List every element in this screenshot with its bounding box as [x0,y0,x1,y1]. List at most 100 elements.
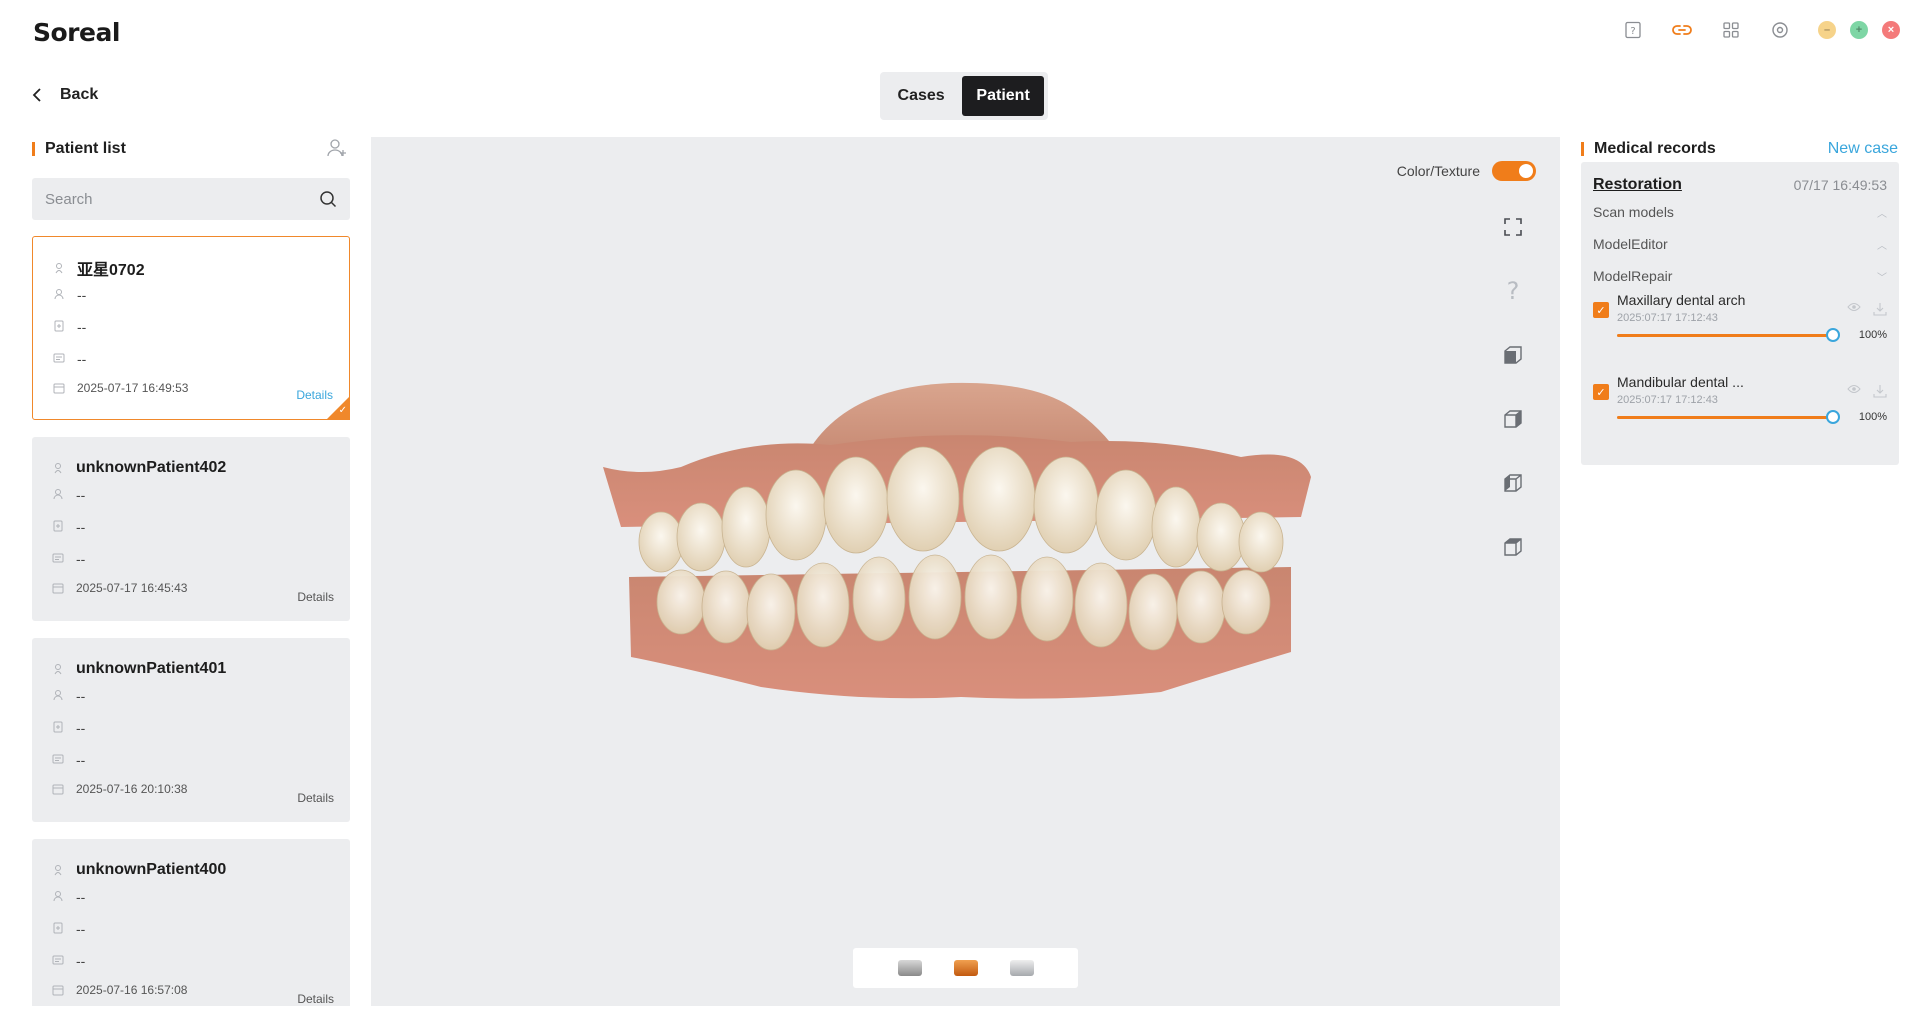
apps-grid-icon[interactable] [1721,20,1741,40]
add-patient-icon[interactable] [326,138,348,163]
patient-datetime: 2025-07-16 20:10:38 [76,782,188,796]
color-texture-toggle[interactable] [1492,161,1536,181]
arch-checkbox[interactable]: ✓ [1593,302,1609,318]
section-model-repair[interactable]: ModelRepair ﹀ [1593,260,1887,292]
id-card-icon [52,921,76,937]
search-icon[interactable] [319,190,337,208]
arch-date: 2025:07:17 17:12:43 [1617,312,1718,324]
patient-name: 亚星0702 [77,262,145,279]
mode-gray-icon[interactable] [1009,960,1034,976]
record-time: 07/17 16:49:53 [1793,177,1887,193]
right-view-icon[interactable] [1501,471,1525,495]
view-toolbar: ? [1501,215,1525,599]
record-type[interactable]: Restoration [1593,176,1682,194]
tab-patient[interactable]: Patient [962,76,1044,116]
user-icon [54,664,62,675]
calendar-icon [52,985,64,996]
contact-card-icon [52,551,76,567]
patient-field: -- [76,519,86,535]
mode-texture-icon[interactable] [953,960,978,976]
opacity-value: 100% [1858,329,1887,341]
settings-gear-icon[interactable] [1770,20,1790,40]
slider-knob[interactable] [1826,328,1840,342]
section-scan-models[interactable]: Scan models ︿ [1593,196,1887,228]
patient-card[interactable]: unknownPatient400 -- -- -- 2025-07-16 16:57:… [32,839,350,1006]
help-book-icon[interactable]: ? [1623,20,1643,40]
link-icon[interactable] [1672,20,1692,40]
patient-list-title: Patient list [32,140,126,158]
section-model-editor[interactable]: ModelEditor ︿ [1593,228,1887,260]
close-button[interactable]: × [1882,21,1900,39]
user-icon [54,865,62,876]
contact-card-icon [53,351,77,367]
opacity-slider[interactable] [1617,410,1840,424]
details-link[interactable]: Details [297,791,334,805]
3d-viewer[interactable]: Color/Texture ? [371,137,1560,1006]
chevron-up-icon: ︿ [1877,208,1887,220]
eye-icon[interactable] [1847,384,1861,394]
title-accent-bar [1581,142,1584,156]
back-button[interactable]: Back [32,86,98,104]
patient-card[interactable]: unknownPatient401 -- -- -- 2025-07-16 20:10:… [32,638,350,822]
tab-cases[interactable]: Cases [884,76,958,116]
patient-datetime: 2025-07-17 16:45:43 [76,581,188,595]
medical-records-title: Medical records [1581,140,1716,158]
calendar-icon [52,784,64,795]
person-icon [52,688,76,704]
dental-model[interactable] [601,367,1331,712]
person-icon [52,487,76,503]
front-view-icon[interactable] [1501,343,1525,367]
medical-record-card: Restoration 07/17 16:49:53 Scan models ︿… [1581,162,1899,465]
person-icon [52,889,76,905]
color-texture-control: Color/Texture [1397,161,1536,181]
patient-list-title-text: Patient list [45,140,126,157]
window-toolbar: ? – + × [1594,20,1900,40]
medical-records-title-text: Medical records [1594,140,1716,157]
opacity-value: 100% [1858,411,1887,423]
patient-name: unknownPatient401 [76,660,227,677]
chevron-up-icon: ︿ [1877,240,1887,252]
render-mode-bar [853,948,1078,988]
id-card-icon [53,319,77,335]
patient-field: -- [76,720,86,736]
patient-field: -- [76,921,86,937]
patient-datetime: 2025-07-16 16:57:08 [76,983,188,997]
patient-field: -- [76,953,86,969]
slider-knob[interactable] [1826,410,1840,424]
back-label: Back [60,86,99,103]
patient-name: unknownPatient400 [76,861,227,878]
arch-item-mandibular: ✓ Mandibular dental ... 2025:07:17 17:12… [1593,374,1887,456]
patient-card[interactable]: 亚星0702 -- -- -- 2025-07-17 16:49:53 Details ✓ [32,236,350,420]
app-logo: Soreal [33,18,120,47]
download-icon[interactable] [1873,302,1887,316]
patient-card[interactable]: unknownPatient402 -- -- -- 2025-07-17 16:45:… [32,437,350,621]
mode-mono-icon[interactable] [897,960,922,976]
chevron-down-icon: ﹀ [1877,272,1887,284]
contact-card-icon [52,752,76,768]
left-view-icon[interactable] [1501,407,1525,431]
patient-field: -- [77,351,87,367]
patient-field: -- [77,319,87,335]
minimize-button[interactable]: – [1818,21,1836,39]
chevron-left-icon [32,88,41,102]
person-icon [53,287,77,303]
opacity-slider[interactable] [1617,328,1840,342]
new-case-link[interactable]: New case [1828,140,1898,158]
patient-field: -- [76,551,86,567]
check-icon: ✓ [338,405,347,416]
color-texture-label: Color/Texture [1396,163,1480,179]
details-link[interactable]: Details [297,590,334,604]
top-view-icon[interactable] [1501,535,1525,559]
fullscreen-icon[interactable] [1501,215,1525,239]
arch-checkbox[interactable]: ✓ [1593,384,1609,400]
download-icon[interactable] [1873,384,1887,398]
maximize-button[interactable]: + [1850,21,1868,39]
patient-search-input[interactable]: Search [32,178,350,220]
details-link[interactable]: Details [297,992,334,1006]
patient-datetime: 2025-07-17 16:49:53 [77,381,189,395]
eye-icon[interactable] [1847,302,1861,312]
arch-name: Mandibular dental ... [1617,374,1744,390]
help-icon[interactable]: ? [1501,277,1525,305]
id-card-icon [52,519,76,535]
section-label: ModelRepair [1593,268,1673,284]
